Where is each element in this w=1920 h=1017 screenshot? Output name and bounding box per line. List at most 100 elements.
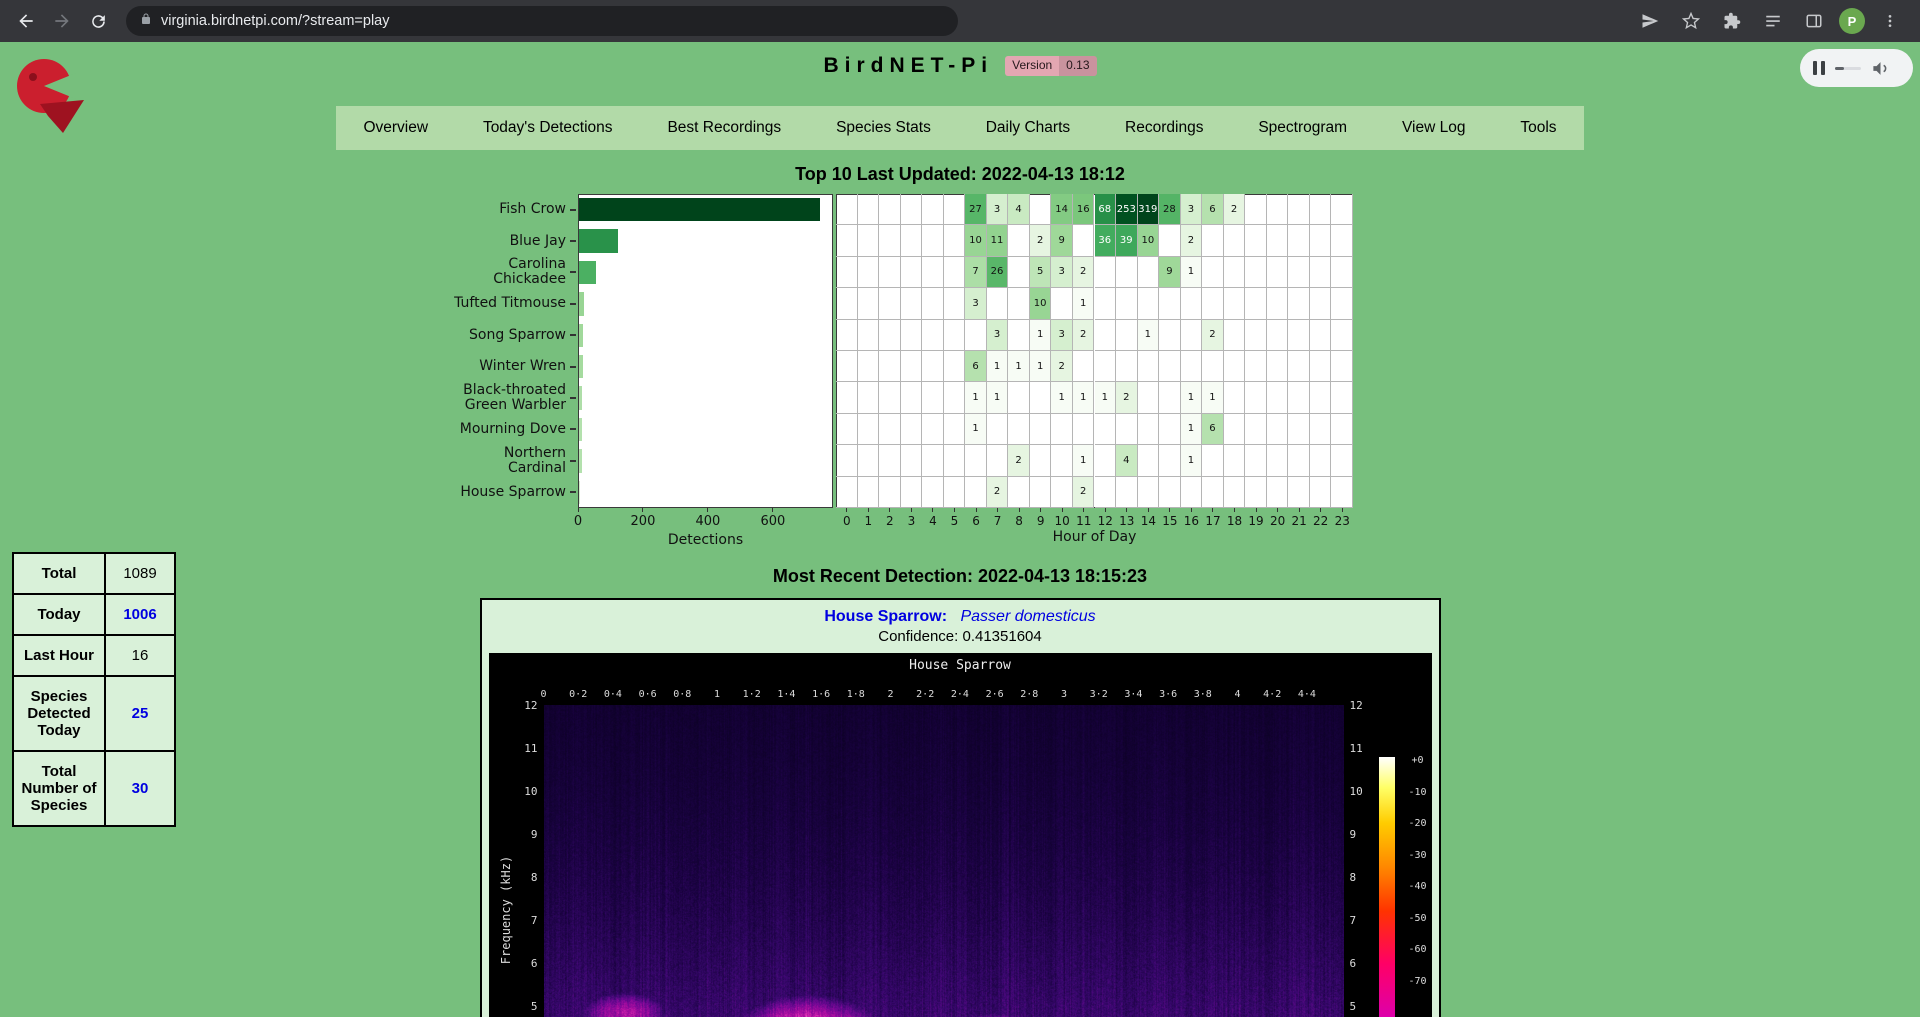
- heatmap-cell: [1138, 414, 1160, 445]
- detection-bar: [579, 324, 583, 347]
- x-tick-mark: [1019, 508, 1020, 512]
- heatmap-cell: 2: [1181, 225, 1203, 256]
- heatmap-x-tick-label: 18: [1223, 514, 1247, 528]
- heatmap-cell: [1181, 477, 1203, 508]
- heatmap-cell: [1159, 351, 1181, 382]
- heatmap-cell: [1159, 288, 1181, 319]
- species-common-name-link[interactable]: House Sparrow:: [824, 608, 947, 625]
- heatmap-x-tick-label: 20: [1266, 514, 1290, 528]
- heatmap-cell: 7: [965, 257, 987, 288]
- heatmap-cell: [1310, 414, 1332, 445]
- spectro-x-tick: 1: [703, 689, 731, 700]
- bookmark-star-icon[interactable]: [1675, 5, 1707, 37]
- send-icon[interactable]: [1634, 5, 1666, 37]
- spectro-y-tick-left: 8: [516, 871, 538, 884]
- detection-bar: [579, 229, 618, 252]
- forward-icon[interactable]: [46, 5, 78, 37]
- heatmap-cell: [901, 257, 923, 288]
- heatmap-cell: [1288, 225, 1310, 256]
- heatmap-cell: [836, 257, 858, 288]
- heatmap-cell: [879, 194, 901, 225]
- heatmap-cell: 16: [1073, 194, 1095, 225]
- spectrogram-image: House Sparrow 00·20·40·60·811·21·41·61·8…: [489, 653, 1432, 1017]
- heatmap-cell: 2: [1073, 257, 1095, 288]
- nav-spectrogram[interactable]: Spectrogram: [1252, 119, 1353, 137]
- chart-species-label: House Sparrow: [438, 477, 576, 508]
- x-tick-mark: [1169, 508, 1170, 512]
- species-scientific-name-link[interactable]: Passer domesticus: [960, 608, 1095, 625]
- volume-icon[interactable]: [1871, 59, 1890, 78]
- heatmap-cell: [1267, 320, 1289, 351]
- version-value: 0.13: [1059, 56, 1096, 76]
- reading-list-icon[interactable]: [1757, 5, 1789, 37]
- extensions-puzzle-icon[interactable]: [1716, 5, 1748, 37]
- side-panel-icon[interactable]: [1798, 5, 1830, 37]
- detection-bar: [579, 198, 820, 221]
- heatmap-axis-label: Hour of Day: [836, 529, 1353, 545]
- top10-heading: Top 10 Last Updated: 2022-04-13 18:12: [0, 164, 1920, 186]
- nav-best-recordings[interactable]: Best Recordings: [661, 119, 787, 137]
- pause-icon[interactable]: [1813, 61, 1825, 75]
- stat-value-today-link[interactable]: 1006: [105, 594, 175, 635]
- heatmap-cell: [1245, 351, 1267, 382]
- detection-bar: [579, 386, 582, 409]
- heatmap-cell: [1202, 351, 1224, 382]
- chart-species-label: Tufted Titmouse: [438, 288, 576, 319]
- heatmap-x-tick-label: 13: [1115, 514, 1139, 528]
- nav-species-stats[interactable]: Species Stats: [830, 119, 937, 137]
- heatmap-cell: [944, 477, 966, 508]
- heatmap-cell: 1: [1073, 288, 1095, 319]
- nav-view-log[interactable]: View Log: [1396, 119, 1471, 137]
- heatmap-cell: [1008, 477, 1030, 508]
- stat-label-species-today: Species Detected Today: [13, 676, 105, 751]
- nav-tools[interactable]: Tools: [1514, 119, 1562, 137]
- stat-value-species-today-link[interactable]: 25: [105, 676, 175, 751]
- heatmap-cell: [922, 194, 944, 225]
- spectro-y-tick-right: 8: [1350, 871, 1372, 884]
- heatmap-cell: [1288, 288, 1310, 319]
- url-bar[interactable]: virginia.birdnetpi.com/?stream=play: [126, 6, 958, 36]
- x-tick-mark: [1277, 508, 1278, 512]
- heatmap-cell: [858, 477, 880, 508]
- y-tick-mark: [570, 366, 576, 368]
- spectro-x-tick: 2·8: [1015, 689, 1043, 700]
- nav-overview[interactable]: Overview: [357, 119, 434, 137]
- heatmap-cell: [1181, 320, 1203, 351]
- x-tick-mark: [1234, 508, 1235, 512]
- detection-bar: [579, 261, 596, 284]
- nav-todays-detections[interactable]: Today's Detections: [477, 119, 619, 137]
- stat-value-total-species-link[interactable]: 30: [105, 751, 175, 826]
- back-icon[interactable]: [10, 5, 42, 37]
- heatmap-cell: [1202, 477, 1224, 508]
- profile-avatar[interactable]: P: [1839, 8, 1865, 34]
- heatmap-cell: 1: [1181, 445, 1203, 476]
- heatmap-x-tick-label: 22: [1309, 514, 1333, 528]
- heatmap-x-tick-label: 21: [1287, 514, 1311, 528]
- audio-player[interactable]: [1800, 49, 1913, 87]
- heatmap-cell: [858, 382, 880, 413]
- spectro-x-tick: 1·8: [842, 689, 870, 700]
- detection-bar: [579, 355, 583, 378]
- reload-icon[interactable]: [82, 5, 114, 37]
- bar-x-tick-label: 0: [558, 514, 598, 529]
- heatmap-cell: [1310, 320, 1332, 351]
- seek-slider[interactable]: [1835, 67, 1861, 70]
- heatmap-x-tick-label: 7: [986, 514, 1010, 528]
- nav-recordings[interactable]: Recordings: [1119, 119, 1209, 137]
- spectro-db-tick: -70: [1401, 976, 1432, 987]
- detection-bar: [579, 418, 582, 441]
- heatmap-cell: 1: [1181, 257, 1203, 288]
- heatmap-cell: [944, 257, 966, 288]
- heatmap-cell: [1030, 382, 1052, 413]
- bar-x-tick-label: 200: [623, 514, 663, 529]
- heatmap-cell: [1267, 257, 1289, 288]
- menu-kebab-icon[interactable]: [1874, 5, 1906, 37]
- stat-value-last-hour: 16: [105, 635, 175, 676]
- spectro-x-tick: 2: [877, 689, 905, 700]
- heatmap-cell: [858, 225, 880, 256]
- heatmap-cell: [1159, 445, 1181, 476]
- heatmap-cell: [879, 257, 901, 288]
- heatmap-cell: [1331, 225, 1353, 256]
- y-tick-mark: [570, 240, 576, 242]
- nav-daily-charts[interactable]: Daily Charts: [980, 119, 1076, 137]
